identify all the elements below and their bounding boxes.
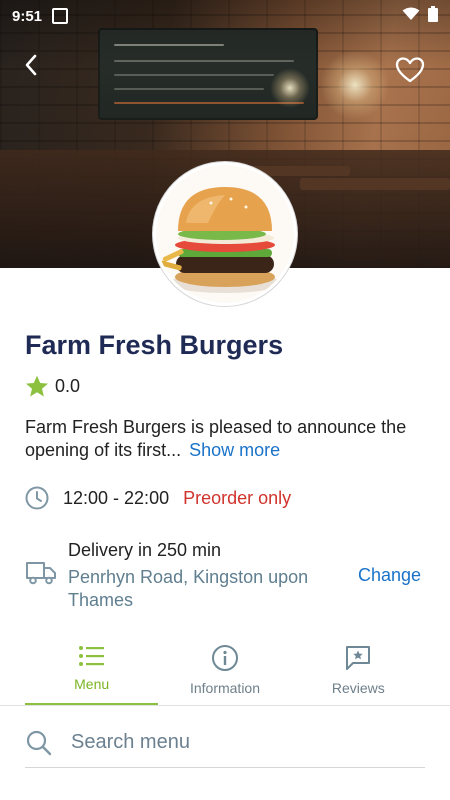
heart-icon [395,57,425,83]
tabs-divider [0,705,450,706]
tab-bar: Menu Information Reviews [25,640,425,706]
search-icon [26,730,52,755]
hours-range: 12:00 - 22:00 [63,487,170,508]
favorite-button[interactable] [392,52,428,88]
info-icon [211,645,238,671]
search-menu-field[interactable]: Search menu [25,718,425,768]
battery-icon [428,6,438,26]
restaurant-name: Farm Fresh Burgers [25,330,284,360]
truck-icon [25,560,57,591]
screenshot-icon [52,8,69,24]
review-icon [346,646,371,670]
preorder-status: Preorder only [183,487,292,508]
chevron-left-icon [25,54,37,76]
tab-menu-label: Menu [74,676,110,692]
status-time: 9:51 [12,7,43,25]
description: Farm Fresh Burgers is pleased to announc… [25,416,425,462]
show-more-link[interactable]: Show more [189,440,280,460]
search-input[interactable]: Search menu [71,731,190,754]
tab-reviews[interactable]: Reviews [292,640,425,706]
wifi-icon [402,7,420,25]
tab-information[interactable]: Information [158,640,291,706]
clock-icon [25,486,49,510]
delivery-eta: Delivery in 250 min [68,540,222,560]
tab-menu[interactable]: Menu [25,640,159,706]
restaurant-logo [153,162,297,306]
delivery-address: Penrhyn Road, Kingston upon Thames [68,567,309,610]
rating-value: 0.0 [55,376,81,396]
burger-image [156,165,294,303]
star-icon [26,375,48,397]
opening-hours: 12:00 - 22:00 Preorder only [25,486,291,510]
back-button[interactable] [14,48,48,82]
tab-reviews-label: Reviews [331,680,385,696]
rating: 0.0 [25,375,80,398]
list-icon [78,646,104,666]
tab-information-label: Information [189,680,261,696]
change-address-button[interactable]: Change [358,565,421,586]
status-bar: 9:51 [0,0,450,32]
